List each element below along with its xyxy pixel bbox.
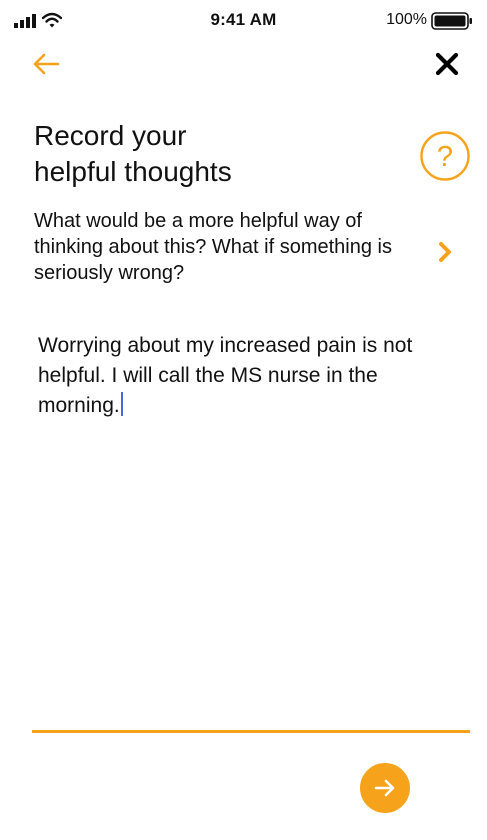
close-button[interactable] — [433, 50, 461, 78]
chevron-right-icon — [439, 242, 451, 262]
arrow-right-icon — [374, 779, 395, 797]
page-title-line-2: helpful thoughts — [34, 156, 232, 187]
help-button[interactable]: ? — [419, 130, 471, 182]
battery-percent: 100% — [386, 11, 427, 28]
helpful-thought-text: Worrying about my increased pain is not … — [38, 334, 419, 417]
arrow-left-icon — [33, 53, 60, 75]
svg-text:?: ? — [437, 141, 453, 173]
next-prompt-button[interactable] — [433, 240, 457, 264]
text-caret — [120, 392, 123, 416]
status-bar: 9:41 AM 100% — [0, 0, 487, 40]
battery-icon — [431, 12, 472, 30]
page-title: Record your helpful thoughts — [34, 118, 364, 190]
question-circle-icon: ? — [420, 131, 470, 181]
back-button[interactable] — [30, 48, 62, 80]
input-underline — [32, 730, 470, 733]
page-title-line-1: Record your — [34, 120, 187, 151]
thought-prompt: What would be a more helpful way of thin… — [34, 210, 392, 284]
helpful-thought-input[interactable]: Worrying about my increased pain is not … — [38, 331, 458, 421]
submit-button[interactable] — [360, 763, 410, 813]
close-icon — [435, 52, 459, 76]
